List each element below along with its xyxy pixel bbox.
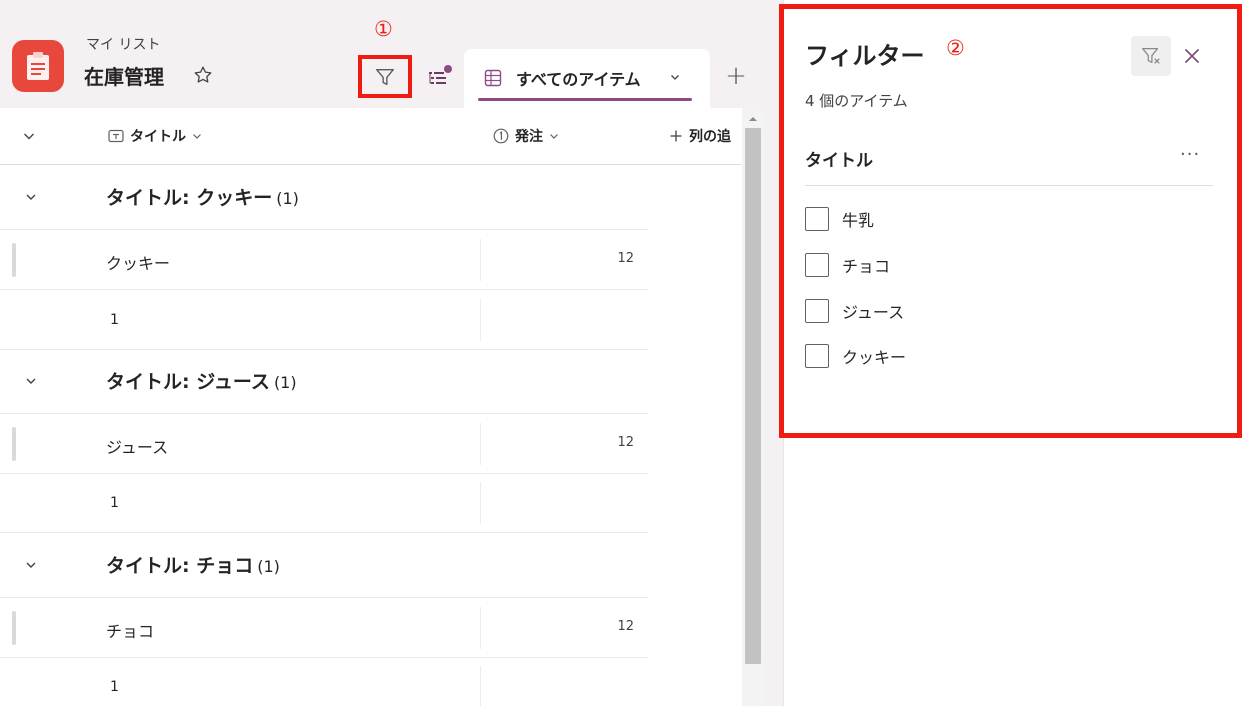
number-column-icon — [493, 128, 509, 144]
list-area: マイ リスト 在庫管理 ① すべてのアイテム + タイトル 発注 列の追 タイト… — [0, 0, 783, 706]
cell-divider — [480, 239, 481, 281]
group-footer-row: 1 — [0, 658, 648, 706]
group-subtotal: 1 — [110, 312, 119, 328]
annotation-marker-2: ② — [946, 36, 965, 60]
column-header-row: タイトル 発注 列の追 — [0, 108, 742, 165]
clear-filters-button[interactable] — [1131, 36, 1171, 76]
group-header[interactable]: タイトル: クッキー (1) — [0, 166, 648, 230]
cell-divider — [480, 482, 481, 524]
group-header[interactable]: タイトル: チョコ (1) — [0, 534, 648, 598]
checkbox[interactable] — [805, 344, 829, 368]
grid-view-icon — [484, 69, 502, 87]
list-grid: タイトル 発注 列の追 タイトル: クッキー (1) クッキー 12 1 タイト… — [0, 108, 742, 706]
column-label: 発注 — [515, 129, 543, 145]
column-label: タイトル — [130, 129, 186, 145]
tab-underline — [478, 98, 692, 101]
chevron-down-icon[interactable] — [22, 188, 40, 206]
title-column-icon — [108, 129, 124, 143]
clipboard-icon — [12, 40, 64, 92]
chevron-down-icon — [193, 134, 201, 139]
group-footer-row: 1 — [0, 474, 648, 533]
group-label: タイトル: クッキー (1) — [106, 187, 299, 209]
filter-option-label: クッキー — [842, 348, 907, 367]
chevron-down-icon — [671, 75, 679, 80]
table-row[interactable]: クッキー 12 — [0, 231, 648, 290]
column-header-order[interactable]: 発注 — [493, 108, 559, 164]
scrollbar-thumb[interactable] — [745, 128, 761, 664]
filter-icon — [376, 68, 394, 85]
group-label: タイトル: チョコ (1) — [106, 555, 280, 577]
row-selection-bar[interactable] — [12, 243, 16, 277]
filter-option-choco[interactable]: チョコ — [805, 252, 890, 278]
group-header[interactable]: タイトル: ジュース (1) — [0, 350, 648, 414]
chevron-down-icon — [550, 134, 558, 139]
filter-item-count: 4 個のアイテム — [805, 92, 908, 110]
group-subtotal: 1 — [110, 495, 119, 511]
favorite-star-icon[interactable] — [192, 64, 214, 86]
group-label: タイトル: ジュース (1) — [106, 371, 297, 393]
filter-option-label: 牛乳 — [842, 211, 875, 230]
close-icon[interactable] — [1180, 44, 1204, 68]
chevron-down-icon[interactable] — [22, 556, 40, 574]
cell-title[interactable]: ジュース — [106, 434, 168, 458]
chevron-down-icon[interactable] — [22, 372, 40, 390]
cell-title[interactable]: クッキー — [106, 250, 170, 274]
plus-icon — [670, 130, 682, 142]
tab-label: すべてのアイテム — [516, 70, 641, 89]
list-header: マイ リスト 在庫管理 ① すべてのアイテム + — [0, 0, 783, 108]
cell-order-value: 12 — [617, 619, 634, 634]
row-selection-bar[interactable] — [12, 427, 16, 461]
filter-section-title: タイトル — [805, 151, 873, 171]
group-count: (1) — [273, 373, 297, 392]
group-count: (1) — [276, 189, 299, 208]
cell-title[interactable]: チョコ — [106, 618, 154, 642]
group-count: (1) — [257, 557, 280, 576]
filter-option-label: チョコ — [842, 257, 891, 276]
table-row[interactable]: ジュース 12 — [0, 415, 648, 474]
filter-option-cookie[interactable]: クッキー — [805, 343, 906, 369]
add-column-button[interactable]: 列の追 — [669, 108, 731, 164]
annotation-marker-1: ① — [374, 17, 393, 41]
clear-filter-icon — [1142, 48, 1160, 64]
list-title[interactable]: 在庫管理 — [84, 61, 164, 90]
chevron-down-icon — [24, 133, 34, 140]
scroll-up-arrow-icon[interactable] — [746, 114, 760, 124]
cell-divider — [480, 607, 481, 649]
cell-order-value: 12 — [617, 435, 634, 450]
table-row[interactable]: チョコ 12 — [0, 599, 648, 658]
view-options-icon[interactable] — [424, 63, 454, 93]
vertical-scrollbar[interactable] — [742, 108, 764, 706]
checkbox[interactable] — [805, 253, 829, 277]
column-header-title[interactable]: タイトル — [108, 108, 202, 164]
filter-button[interactable] — [358, 55, 412, 98]
group-subtotal: 1 — [110, 679, 119, 695]
checkbox[interactable] — [805, 207, 829, 231]
filter-pane-title: フィルター — [805, 42, 925, 70]
filter-option-juice[interactable]: ジュース — [805, 298, 904, 324]
more-options-icon[interactable]: ··· — [1180, 144, 1200, 165]
add-view-button[interactable]: + — [722, 62, 750, 90]
filter-option-label: ジュース — [842, 303, 905, 322]
collapse-all-button[interactable] — [22, 108, 36, 164]
add-column-label: 列の追 — [689, 129, 731, 145]
row-selection-bar[interactable] — [12, 611, 16, 645]
filter-option-milk[interactable]: 牛乳 — [805, 206, 874, 232]
cell-order-value: 12 — [617, 251, 634, 266]
cell-divider — [480, 299, 481, 341]
group-footer-row: 1 — [0, 291, 648, 350]
list-supertitle: マイ リスト — [86, 37, 161, 53]
section-divider — [805, 185, 1213, 186]
checkbox[interactable] — [805, 299, 829, 323]
cell-divider — [480, 423, 481, 465]
cell-divider — [480, 666, 481, 706]
tab-all-items[interactable]: すべてのアイテム — [464, 49, 710, 108]
